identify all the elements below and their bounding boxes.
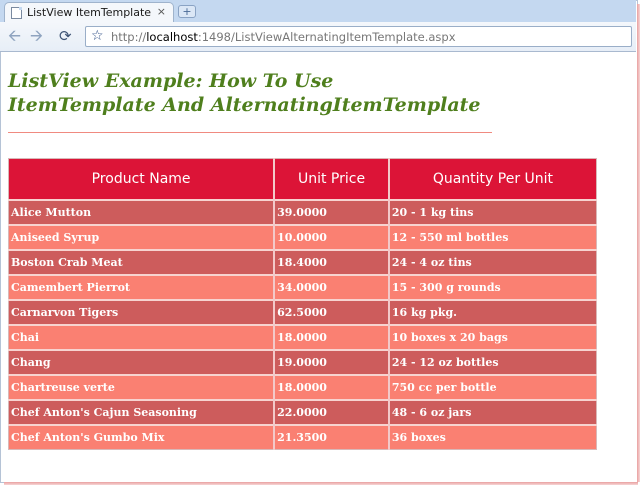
url-path: :1498/ListViewAlternatingItemTemplate.as…	[197, 30, 456, 44]
quantity-per-unit-cell: 48 - 6 oz jars	[388, 399, 597, 425]
column-header-quantity-per-unit: Quantity Per Unit	[388, 158, 597, 200]
column-header-unit-price: Unit Price	[274, 158, 390, 200]
new-tab-button[interactable]: +	[178, 5, 196, 18]
unit-price-cell: 18.4000	[274, 249, 390, 275]
product-name-cell: Chang	[8, 349, 276, 375]
forward-icon[interactable]: 🡪	[30, 28, 43, 44]
quantity-per-unit-cell: 20 - 1 kg tins	[388, 199, 597, 225]
browser-tab[interactable]: ListView ItemTemplate and ... ×	[4, 2, 174, 22]
browser-toolbar: 🡨 🡪 ⟳ ☆ http://localhost:1498/ListViewAl…	[0, 22, 636, 52]
quantity-per-unit-cell: 15 - 300 g rounds	[388, 274, 597, 300]
quantity-per-unit-cell: 24 - 12 oz bottles	[388, 349, 597, 375]
unit-price-cell: 10.0000	[274, 224, 390, 250]
quantity-per-unit-cell: 16 kg pkg.	[388, 299, 597, 325]
page-content: ListView Example: How To Use ItemTemplat…	[0, 52, 636, 480]
tab-strip: ListView ItemTemplate and ... × +	[0, 0, 636, 22]
table-row: Chai 18.0000 10 boxes x 20 bags	[8, 324, 597, 350]
table-row: Chef Anton's Cajun Seasoning 22.0000 48 …	[8, 399, 597, 425]
close-tab-icon[interactable]: ×	[157, 5, 166, 19]
unit-price-cell: 39.0000	[274, 199, 390, 225]
product-name-cell: Boston Crab Meat	[8, 249, 276, 275]
column-header-product-name: Product Name	[8, 158, 276, 200]
page-title-line2: ItemTemplate And AlternatingItemTemplate	[8, 94, 481, 116]
product-name-cell: Chef Anton's Cajun Seasoning	[8, 399, 276, 425]
horizontal-rule	[8, 132, 492, 133]
tab-title: ListView ItemTemplate and ...	[27, 6, 155, 19]
unit-price-cell: 18.0000	[274, 374, 390, 400]
product-listview: Product Name Unit Price Quantity Per Uni…	[8, 158, 597, 450]
quantity-per-unit-cell: 12 - 550 ml bottles	[388, 224, 597, 250]
table-row: Boston Crab Meat 18.4000 24 - 4 oz tins	[8, 249, 597, 275]
product-name-cell: Carnarvon Tigers	[8, 299, 276, 325]
unit-price-cell: 34.0000	[274, 274, 390, 300]
unit-price-cell: 21.3500	[274, 424, 390, 450]
product-name-cell: Chartreuse verte	[8, 374, 276, 400]
table-row: Carnarvon Tigers 62.5000 16 kg pkg.	[8, 299, 597, 325]
table-row: Aniseed Syrup 10.0000 12 - 550 ml bottle…	[8, 224, 597, 250]
product-name-cell: Camembert Pierrot	[8, 274, 276, 300]
table-row: Chang 19.0000 24 - 12 oz bottles	[8, 349, 597, 375]
page-title-line1: ListView Example: How To Use	[8, 70, 334, 92]
address-bar[interactable]: ☆ http://localhost:1498/ListViewAlternat…	[85, 26, 632, 47]
page-icon	[11, 7, 22, 19]
quantity-per-unit-cell: 750 cc per bottle	[388, 374, 597, 400]
reload-icon[interactable]: ⟳	[59, 28, 72, 44]
url-text[interactable]: http://localhost:1498/ListViewAlternatin…	[111, 30, 456, 44]
quantity-per-unit-cell: 24 - 4 oz tins	[388, 249, 597, 275]
product-name-cell: Chai	[8, 324, 276, 350]
table-row: Chartreuse verte 18.0000 750 cc per bott…	[8, 374, 597, 400]
unit-price-cell: 19.0000	[274, 349, 390, 375]
quantity-per-unit-cell: 36 boxes	[388, 424, 597, 450]
table-header-row: Product Name Unit Price Quantity Per Uni…	[8, 158, 597, 200]
product-name-cell: Alice Mutton	[8, 199, 276, 225]
back-icon[interactable]: 🡨	[8, 28, 21, 44]
unit-price-cell: 18.0000	[274, 324, 390, 350]
url-host: localhost	[146, 30, 198, 44]
product-name-cell: Chef Anton's Gumbo Mix	[8, 424, 276, 450]
page-title: ListView Example: How To Use ItemTemplat…	[8, 69, 508, 117]
product-name-cell: Aniseed Syrup	[8, 224, 276, 250]
table-row: Alice Mutton 39.0000 20 - 1 kg tins	[8, 199, 597, 225]
quantity-per-unit-cell: 10 boxes x 20 bags	[388, 324, 597, 350]
table-row: Camembert Pierrot 34.0000 15 - 300 g rou…	[8, 274, 597, 300]
url-scheme: http://	[111, 30, 147, 44]
unit-price-cell: 22.0000	[274, 399, 390, 425]
unit-price-cell: 62.5000	[274, 299, 390, 325]
table-row: Chef Anton's Gumbo Mix 21.3500 36 boxes	[8, 424, 597, 450]
bookmark-star-icon[interactable]: ☆	[91, 28, 104, 44]
